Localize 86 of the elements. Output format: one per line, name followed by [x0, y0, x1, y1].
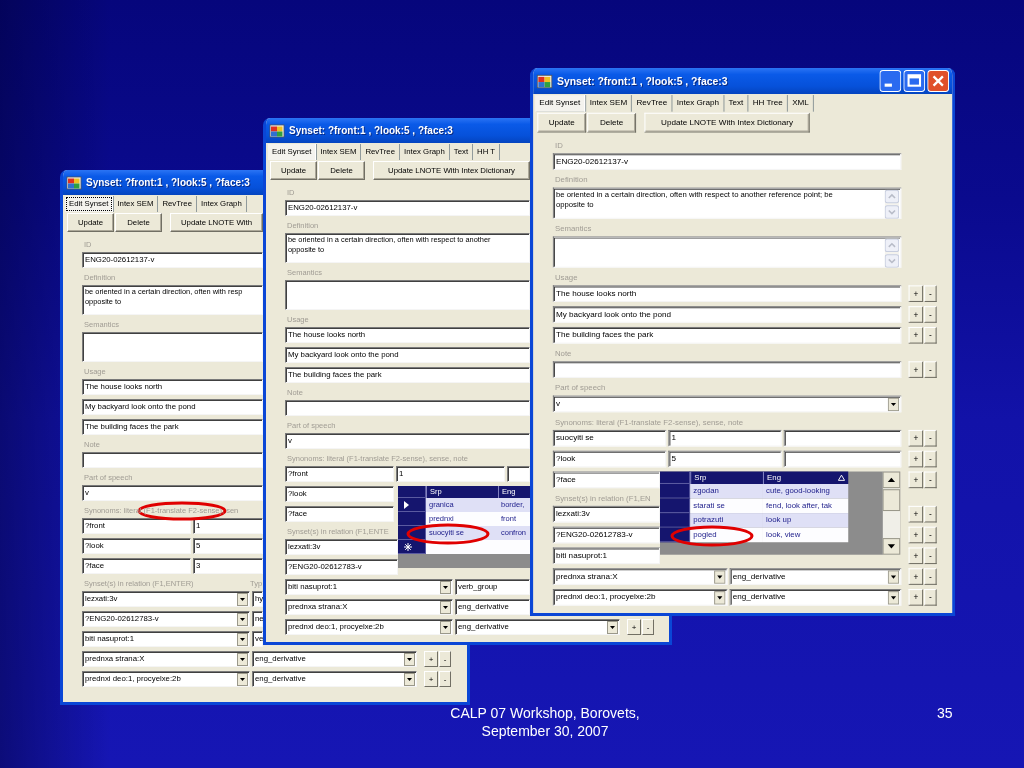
- tab[interactable]: Edit Synset: [535, 95, 586, 112]
- text-field[interactable]: suocyiti se: [552, 429, 667, 447]
- dropdown-field[interactable]: v: [552, 395, 902, 413]
- text-field[interactable]: ?look: [552, 450, 667, 468]
- tab[interactable]: XML: [788, 95, 815, 112]
- text-field[interactable]: [82, 452, 263, 468]
- current-row-icon: [404, 500, 409, 509]
- grid-corner: [398, 486, 426, 498]
- small-button[interactable]: +: [908, 361, 924, 378]
- small-button[interactable]: -: [924, 526, 937, 544]
- text-area[interactable]: [285, 280, 530, 310]
- small-button[interactable]: +: [908, 429, 924, 447]
- text-field[interactable]: ENG20-02612137-v: [552, 153, 902, 170]
- text-field[interactable]: ?face: [552, 471, 660, 489]
- small-button[interactable]: -: [439, 651, 451, 667]
- app-icon: [269, 122, 285, 139]
- small-button[interactable]: +: [908, 471, 924, 489]
- close-button[interactable]: [927, 70, 950, 92]
- text-field[interactable]: The building faces the park: [552, 326, 902, 344]
- small-button[interactable]: -: [924, 450, 937, 468]
- small-button[interactable]: -: [924, 505, 937, 523]
- text-field[interactable]: ?ENG20-02612783-v: [552, 526, 660, 544]
- app-icon: [536, 72, 553, 90]
- small-button[interactable]: -: [924, 589, 937, 606]
- small-button[interactable]: +: [908, 568, 924, 585]
- small-button[interactable]: +: [908, 589, 924, 606]
- text-field[interactable]: lezxati:3v: [552, 505, 660, 523]
- text-area[interactable]: [82, 332, 263, 362]
- tab[interactable]: Intex Graph: [672, 95, 725, 112]
- small-button[interactable]: +: [627, 619, 641, 635]
- grid-corner: [660, 471, 691, 484]
- text-field[interactable]: [552, 361, 902, 378]
- tab[interactable]: Intex SEM: [585, 95, 633, 112]
- small-button[interactable]: -: [924, 547, 937, 565]
- text-field[interactable]: The house looks north: [552, 285, 902, 302]
- small-button[interactable]: +: [908, 326, 924, 344]
- tab[interactable]: HH Tree: [748, 95, 789, 112]
- text-field[interactable]: 1: [668, 429, 782, 447]
- small-button[interactable]: +: [908, 547, 924, 565]
- dropdown-field[interactable]: eng_derivative: [729, 589, 902, 606]
- small-button[interactable]: -: [924, 429, 937, 447]
- row-selector[interactable]: [660, 513, 691, 528]
- window-title: Synset: ?front:1 , ?look:5 , ?face:3: [86, 177, 250, 188]
- app-icon: [66, 174, 82, 191]
- text-field[interactable]: [507, 466, 530, 482]
- small-button[interactable]: +: [424, 671, 438, 687]
- small-button[interactable]: +: [908, 306, 924, 323]
- small-button[interactable]: -: [439, 671, 451, 687]
- small-button[interactable]: -: [924, 361, 937, 378]
- small-button[interactable]: -: [924, 471, 937, 489]
- footer-text: CALP 07 Workshop, Borovets, September 30, 2007: [449, 704, 641, 740]
- action-button[interactable]: Update: [537, 112, 587, 133]
- text-field[interactable]: [783, 450, 902, 468]
- window-title: Synset: ?front:1 , ?look:5 , ?face:3: [289, 125, 453, 136]
- window-title: Synset: ?front:1 , ?look:5 , ?face:3: [557, 75, 728, 87]
- small-button[interactable]: -: [642, 619, 654, 635]
- row-selector[interactable]: [660, 484, 691, 499]
- small-button[interactable]: -: [924, 285, 937, 302]
- row-selector[interactable]: [660, 498, 691, 514]
- small-button[interactable]: -: [924, 568, 937, 585]
- minimize-button[interactable]: [879, 70, 902, 92]
- dropdown-field[interactable]: prednxi deo:1, procyelxe:2b: [552, 589, 728, 606]
- small-button[interactable]: -: [924, 326, 937, 344]
- small-button[interactable]: +: [908, 285, 924, 302]
- small-button[interactable]: -: [924, 306, 937, 323]
- text-field[interactable]: 5: [668, 450, 782, 468]
- dropdown-field[interactable]: prednxa strana:X: [552, 568, 728, 585]
- small-button[interactable]: +: [424, 651, 438, 667]
- small-button[interactable]: +: [908, 526, 924, 544]
- maximize-button[interactable]: [903, 70, 926, 92]
- row-selector[interactable]: [398, 540, 426, 554]
- new-row-icon: [404, 542, 412, 551]
- action-button[interactable]: Delete: [587, 112, 637, 133]
- row-selector[interactable]: [398, 498, 426, 512]
- text-field[interactable]: biti nasuprot:1: [552, 547, 660, 565]
- small-button[interactable]: +: [908, 505, 924, 523]
- tab[interactable]: RevTree: [632, 95, 673, 112]
- tab[interactable]: Text: [724, 95, 749, 112]
- small-button[interactable]: +: [908, 450, 924, 468]
- page-number: 35: [937, 704, 953, 722]
- dropdown-field[interactable]: eng_derivative: [729, 568, 902, 585]
- text-field[interactable]: My backyard look onto the pond: [552, 306, 902, 323]
- grid-cell: [498, 540, 530, 554]
- text-field[interactable]: [285, 400, 530, 416]
- action-button[interactable]: Update LNOTE With Intex Dictionary: [644, 112, 810, 133]
- text-field[interactable]: [783, 429, 902, 447]
